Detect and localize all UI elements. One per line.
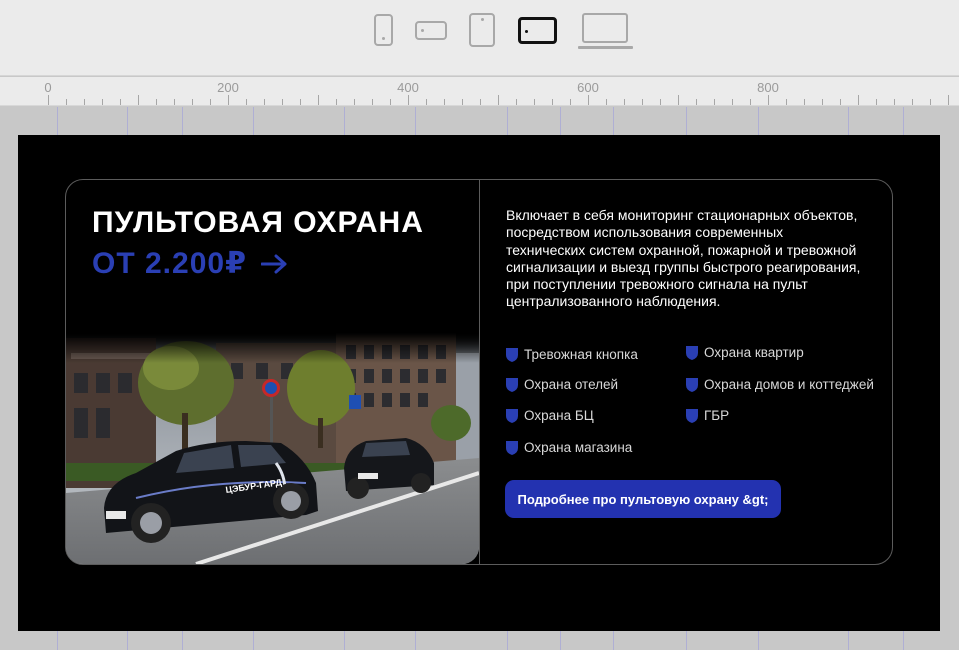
arrow-right-icon bbox=[260, 254, 287, 273]
page-title: ПУЛЬТОВАЯ ОХРАНА bbox=[92, 206, 424, 239]
ruler-tick bbox=[318, 95, 319, 105]
feature-item: ГБР bbox=[686, 408, 729, 423]
ruler-tick bbox=[228, 95, 229, 105]
ruler-tick bbox=[642, 99, 643, 105]
car-photo-illustration: ЦЭБУР-ГАРД bbox=[66, 333, 479, 564]
ruler-tick bbox=[102, 99, 103, 105]
feature-item: Охрана отелей bbox=[506, 377, 618, 392]
ruler-tick bbox=[534, 99, 535, 105]
tablet-icon[interactable] bbox=[469, 13, 495, 47]
more-about-monitoring-button[interactable]: Подробнее про пультовую охрану &gt; bbox=[505, 480, 781, 518]
ruler-tick bbox=[678, 95, 679, 105]
ruler-tick bbox=[912, 99, 913, 105]
price-link[interactable]: ОТ 2.200₽ bbox=[92, 246, 287, 281]
card-divider bbox=[479, 179, 480, 565]
ruler-tick bbox=[192, 99, 193, 105]
ruler-tick bbox=[858, 95, 859, 105]
ruler-tick bbox=[156, 99, 157, 105]
ruler-label: 600 bbox=[577, 80, 599, 95]
mobile-icon-dot bbox=[382, 37, 385, 40]
ruler-tick bbox=[840, 99, 841, 105]
feature-label: Охрана отелей bbox=[524, 377, 619, 392]
ruler-tick bbox=[462, 99, 463, 105]
tablet-landscape-icon-dot bbox=[525, 30, 528, 33]
ruler-tick bbox=[768, 95, 769, 105]
ruler-tick bbox=[426, 99, 427, 105]
ruler-tick bbox=[372, 99, 373, 105]
ruler-tick bbox=[174, 99, 175, 105]
ruler-tick bbox=[570, 99, 571, 105]
ruler-tick bbox=[624, 99, 625, 105]
feature-label: ГБР bbox=[704, 408, 730, 423]
service-description: Включает в себя мониторинг стационарных … bbox=[506, 207, 861, 310]
mobile-landscape-icon-dot bbox=[421, 29, 424, 32]
ruler-tick bbox=[552, 99, 553, 105]
ruler-tick bbox=[498, 95, 499, 105]
ruler: 0 200 400 600 800 bbox=[0, 77, 959, 106]
ruler-tick bbox=[84, 99, 85, 105]
ruler-tick bbox=[408, 95, 409, 105]
ruler-tick bbox=[120, 99, 121, 105]
ruler-tick bbox=[894, 99, 895, 105]
feature-item: Тревожная кнопка bbox=[506, 347, 638, 362]
ruler-tick bbox=[480, 99, 481, 105]
shield-icon bbox=[506, 408, 518, 423]
ruler-tick bbox=[210, 99, 211, 105]
ruler-tick bbox=[66, 99, 67, 105]
ruler-label: 400 bbox=[397, 80, 419, 95]
feature-label: Охрана квартир bbox=[704, 345, 804, 360]
shield-icon bbox=[686, 408, 698, 423]
ruler-tick bbox=[516, 99, 517, 105]
ruler-tick bbox=[390, 99, 391, 105]
laptop-icon-base bbox=[578, 46, 633, 49]
shield-icon bbox=[506, 377, 518, 392]
ruler-tick bbox=[48, 95, 49, 105]
ruler-label: 200 bbox=[217, 80, 239, 95]
ruler-tick bbox=[660, 99, 661, 105]
ruler-tick bbox=[750, 99, 751, 105]
tablet-icon-dot bbox=[481, 18, 484, 21]
ruler-label: 800 bbox=[757, 80, 779, 95]
ruler-tick bbox=[264, 99, 265, 105]
ruler-tick bbox=[714, 99, 715, 105]
feature-item: Охрана домов и коттеджей bbox=[686, 377, 874, 392]
security-car-photo: ЦЭБУР-ГАРД bbox=[66, 333, 479, 564]
ruler-tick bbox=[930, 99, 931, 105]
ruler-tick bbox=[948, 95, 949, 105]
ruler-tick bbox=[354, 99, 355, 105]
ruler-tick bbox=[732, 99, 733, 105]
device-toolbar bbox=[0, 0, 959, 76]
ruler-tick bbox=[876, 99, 877, 105]
ruler-tick bbox=[336, 99, 337, 105]
feature-item: Охрана квартир bbox=[686, 345, 804, 360]
laptop-icon[interactable] bbox=[582, 13, 628, 43]
ruler-tick bbox=[822, 99, 823, 105]
ruler-tick bbox=[588, 95, 589, 105]
feature-label: Охрана магазина bbox=[524, 440, 633, 455]
price-text: ОТ 2.200₽ bbox=[92, 247, 247, 280]
feature-item: Охрана магазина bbox=[506, 440, 632, 455]
ruler-tick bbox=[282, 99, 283, 105]
ruler-label: 0 bbox=[44, 80, 52, 95]
ruler-tick bbox=[138, 95, 139, 105]
shield-icon bbox=[686, 377, 698, 392]
shield-icon bbox=[686, 345, 698, 360]
ruler-tick bbox=[246, 99, 247, 105]
feature-label: Охрана БЦ bbox=[524, 408, 594, 423]
feature-label: Тревожная кнопка bbox=[524, 347, 638, 362]
feature-item: Охрана БЦ bbox=[506, 408, 594, 423]
ruler-tick bbox=[804, 99, 805, 105]
ruler-tick bbox=[606, 99, 607, 105]
shield-icon bbox=[506, 347, 518, 362]
mobile-landscape-icon[interactable] bbox=[415, 21, 447, 40]
mobile-icon[interactable] bbox=[374, 14, 393, 46]
ruler-tick bbox=[696, 99, 697, 105]
shield-icon bbox=[506, 440, 518, 455]
ruler-tick bbox=[444, 99, 445, 105]
feature-label: Охрана домов и коттеджей bbox=[704, 377, 874, 392]
ruler-tick bbox=[786, 99, 787, 105]
tablet-landscape-icon[interactable] bbox=[518, 17, 557, 44]
ruler-tick bbox=[300, 99, 301, 105]
